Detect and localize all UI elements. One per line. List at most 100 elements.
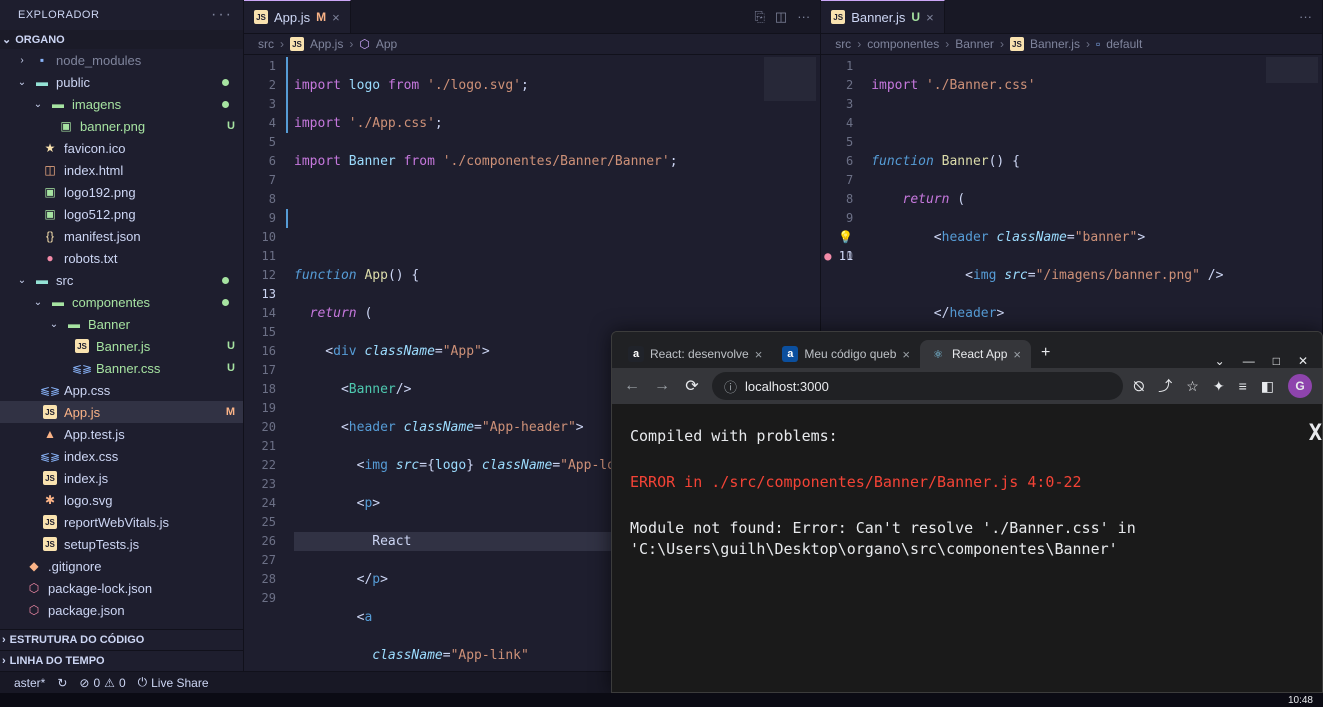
tree-file-pkg[interactable]: ⬡ package.json [0, 599, 243, 621]
extensions-icon[interactable]: ✦ [1213, 378, 1225, 395]
project-root[interactable]: ⌄ ORGANO [0, 30, 243, 49]
error-message: Module not found: Error: Can't resolve '… [630, 518, 1304, 562]
tree-label: index.css [64, 449, 235, 464]
tree-label: .gitignore [48, 559, 235, 574]
tree-label: index.html [64, 163, 235, 178]
close-icon[interactable]: × [926, 10, 934, 25]
more-icon[interactable]: ··· [1299, 9, 1312, 24]
tree-file-index-js[interactable]: JS index.js [0, 467, 243, 489]
folder-icon: ▪ [34, 52, 50, 68]
tree-label: Banner [88, 317, 235, 332]
breadcrumb-item: componentes [867, 37, 939, 51]
git-dot-icon [222, 79, 229, 86]
tree-file-index-css[interactable]: ⫹⫺ index.css [0, 445, 243, 467]
tree-file-pkg-lock[interactable]: ⬡ package-lock.json [0, 577, 243, 599]
sync-button[interactable]: ↻ [57, 676, 67, 690]
tabs-right: JS Banner.js U × ··· [821, 0, 1322, 34]
folder-open-icon: ▬ [50, 294, 66, 310]
tree-file-app-css[interactable]: ⫹⫺ App.css [0, 379, 243, 401]
window-close-button[interactable]: ✕ [1298, 354, 1308, 368]
git-branch[interactable]: aster* [10, 676, 45, 690]
site-info-icon[interactable]: ⓘ [724, 377, 737, 396]
tree-file-logo512[interactable]: ▣ logo512.png [0, 203, 243, 225]
forward-button[interactable]: → [652, 377, 672, 395]
tabs-left: JS App.js M × ⎘ ◫ ··· [244, 0, 820, 34]
close-icon[interactable]: × [902, 347, 910, 362]
tree-file-robots[interactable]: ● robots.txt [0, 247, 243, 269]
browser-tab-react-docs[interactable]: a React: desenvolve × [618, 340, 772, 368]
minimize-icon[interactable]: ⌄ [1215, 354, 1225, 368]
tree-label: App.css [64, 383, 235, 398]
reload-button[interactable]: ⟳ [682, 376, 702, 396]
tree-folder-componentes[interactable]: ⌄ ▬ componentes [0, 291, 243, 313]
browser-content: X Compiled with problems: ERROR in ./src… [612, 404, 1322, 692]
translate-icon[interactable]: ⦰ [1133, 378, 1144, 395]
side-panel-icon[interactable]: ◧ [1261, 378, 1274, 395]
tree-file-rwv[interactable]: JS reportWebVitals.js [0, 511, 243, 533]
tree-file-logo-svg[interactable]: ✱ logo.svg [0, 489, 243, 511]
close-icon[interactable]: × [332, 10, 340, 25]
tree-file-app-js[interactable]: JS App.js M [0, 401, 243, 423]
close-icon[interactable]: × [755, 347, 763, 362]
breakpoint-icon[interactable]: ● [824, 249, 831, 263]
window-minimize-button[interactable]: — [1243, 354, 1255, 368]
npm-icon: ⬡ [26, 602, 42, 618]
problems-button[interactable]: ⊘0 ⚠0 [79, 676, 125, 690]
explorer-title: EXPLORADOR [18, 9, 99, 21]
back-button[interactable]: ← [622, 377, 642, 395]
tree-folder-src[interactable]: ⌄ ▬ src [0, 269, 243, 291]
js-icon: JS [43, 515, 57, 529]
browser-tab-react-app[interactable]: ⚛ React App × [920, 340, 1031, 368]
git-status: U [227, 362, 235, 374]
symbol-icon: ⬡ [359, 37, 369, 51]
outline-section[interactable]: › ESTRUTURA DO CÓDIGO [0, 629, 243, 650]
tree-file-gitignore[interactable]: ◆ .gitignore [0, 555, 243, 577]
tree-file-manifest[interactable]: {} manifest.json [0, 225, 243, 247]
compare-changes-icon[interactable]: ⎘ [754, 9, 764, 25]
tab-banner-js[interactable]: JS Banner.js U × [821, 0, 944, 33]
tree-label: index.js [64, 471, 235, 486]
split-editor-icon[interactable]: ◫ [775, 9, 787, 25]
browser-tab-alura[interactable]: a Meu código queb × [772, 340, 920, 368]
close-icon[interactable]: × [1013, 347, 1021, 362]
tree-file-index-html[interactable]: ◫ index.html [0, 159, 243, 181]
tree-file-banner-png[interactable]: ▣ banner.png U [0, 115, 243, 137]
reading-list-icon[interactable]: ≡ [1239, 378, 1247, 394]
more-icon[interactable]: ··· [797, 9, 810, 25]
tree-folder-imagens[interactable]: ⌄ ▬ imagens [0, 93, 243, 115]
lightbulb-icon[interactable]: 💡 [838, 230, 853, 244]
tree-folder-public[interactable]: ⌄ ▬ public [0, 71, 243, 93]
tree-file-app-test[interactable]: ▲ App.test.js [0, 423, 243, 445]
tree-file-favicon[interactable]: ★ favicon.ico [0, 137, 243, 159]
bookmark-icon[interactable]: ☆ [1186, 378, 1199, 395]
breadcrumb-right[interactable]: src› componentes› Banner› JS Banner.js› … [821, 34, 1322, 55]
npm-icon: ⬡ [26, 580, 42, 596]
profile-avatar[interactable]: G [1288, 374, 1312, 398]
tree-label: logo512.png [64, 207, 235, 222]
tree-file-banner-js[interactable]: JS Banner.js U [0, 335, 243, 357]
tree-file-logo192[interactable]: ▣ logo192.png [0, 181, 243, 203]
overlay-close-button[interactable]: X [1309, 418, 1322, 450]
taskbar: 10:48 [0, 693, 1323, 707]
git-status: U [227, 340, 235, 352]
tree-folder-banner[interactable]: ⌄ ▬ Banner [0, 313, 243, 335]
new-tab-button[interactable]: + [1031, 338, 1060, 368]
share-icon[interactable]: ⤴ [1158, 376, 1172, 396]
html-icon: ◫ [42, 162, 58, 178]
tree-folder-node-modules[interactable]: › ▪ node_modules [0, 49, 243, 71]
tree-file-setup-tests[interactable]: JS setupTests.js [0, 533, 243, 555]
window-maximize-button[interactable]: □ [1273, 354, 1280, 368]
tab-git-status: U [911, 10, 920, 24]
explorer-more-icon[interactable]: ··· [211, 6, 233, 24]
react-icon: ⚛ [930, 346, 946, 362]
live-share[interactable]: ⏻Live Share [138, 675, 209, 690]
address-bar[interactable]: ⓘ localhost:3000 [712, 372, 1123, 400]
tree-file-banner-css[interactable]: ⫹⫺ Banner.css U [0, 357, 243, 379]
breadcrumb-left[interactable]: src› JS App.js› ⬡ App [244, 34, 820, 55]
tab-app-js[interactable]: JS App.js M × [244, 0, 351, 33]
chevron-down-icon: ⌄ [2, 33, 11, 46]
js-icon: JS [1010, 37, 1024, 51]
timeline-section[interactable]: › LINHA DO TEMPO [0, 650, 243, 671]
chevron-right-icon: › [2, 634, 6, 646]
robots-icon: ● [42, 250, 58, 266]
